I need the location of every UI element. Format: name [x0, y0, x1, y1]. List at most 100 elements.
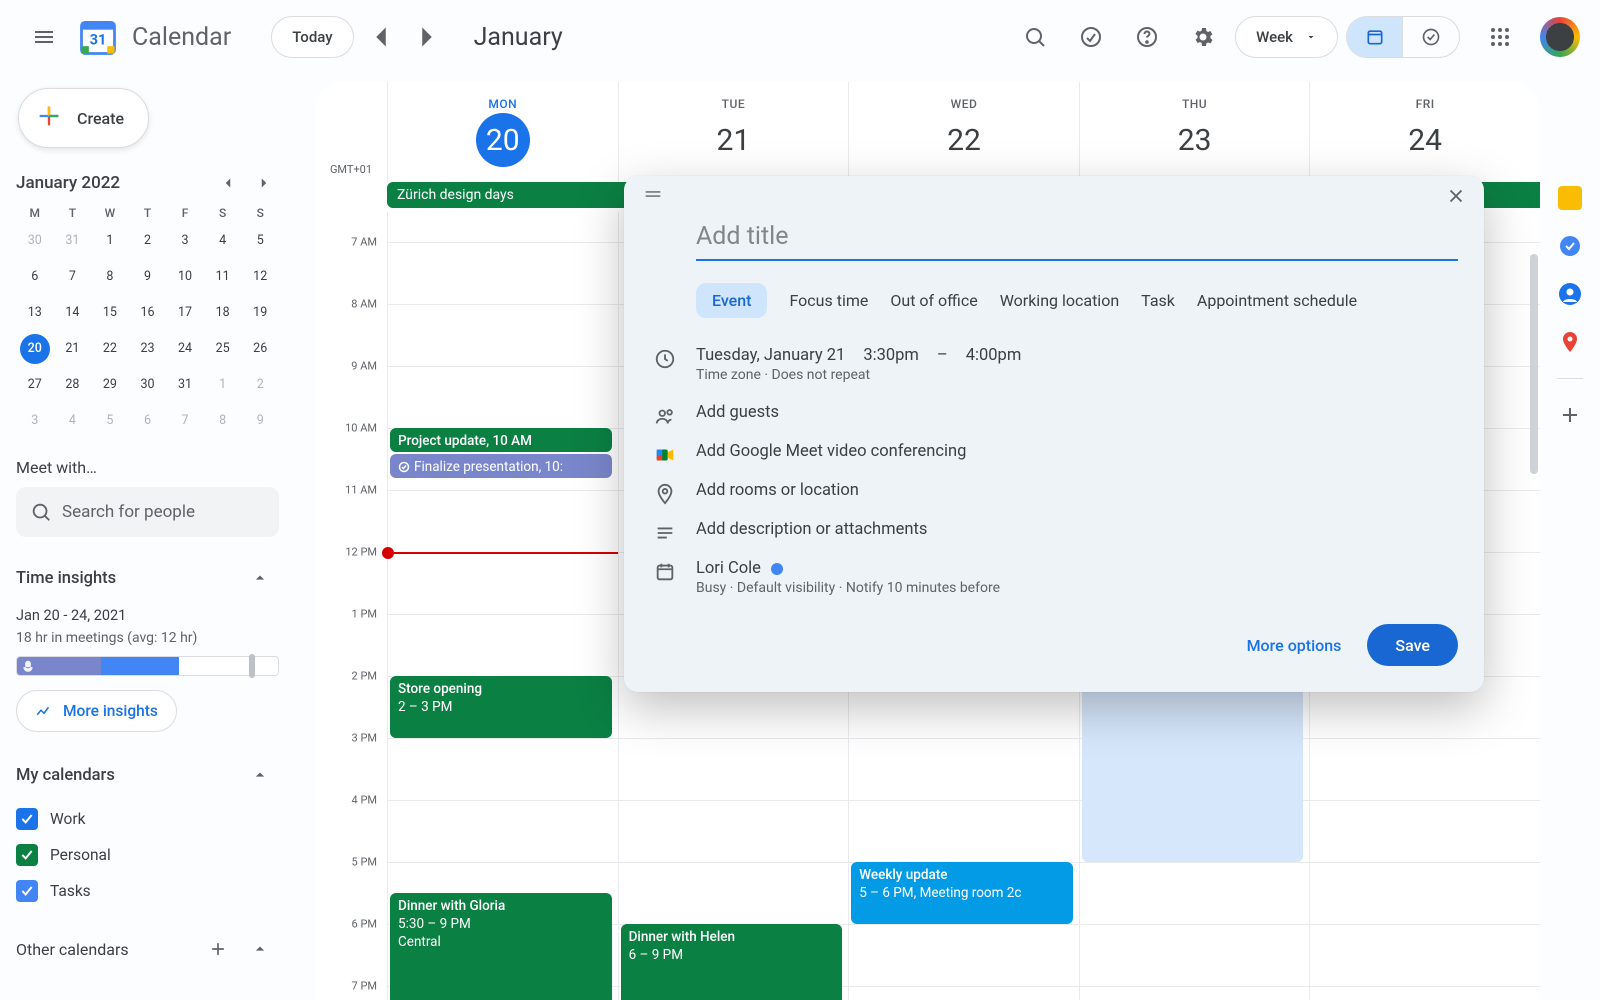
- mini-day-cell[interactable]: 3: [20, 406, 50, 436]
- view-selector[interactable]: Week: [1235, 16, 1338, 58]
- date-chip[interactable]: 23: [1168, 113, 1222, 167]
- help-icon[interactable]: [1123, 13, 1171, 61]
- date-chip[interactable]: 21: [706, 113, 760, 167]
- search-people-input[interactable]: Search for people: [16, 487, 279, 537]
- save-button[interactable]: Save: [1367, 624, 1458, 666]
- add-meet-button[interactable]: Add Google Meet video conferencing: [696, 442, 966, 461]
- event-type-tab[interactable]: Working location: [1000, 283, 1119, 318]
- mini-day-cell[interactable]: 28: [57, 370, 87, 400]
- add-other-calendar-button[interactable]: [199, 930, 237, 968]
- mini-day-cell[interactable]: 4: [57, 406, 87, 436]
- mini-day-cell[interactable]: 29: [95, 370, 125, 400]
- day-header[interactable]: WED22: [848, 82, 1079, 182]
- day-header[interactable]: TUE21: [618, 82, 849, 182]
- event-finalize[interactable]: Finalize presentation, 10:: [390, 454, 612, 478]
- event-dinner-gloria[interactable]: Dinner with Gloria5:30 – 9 PMCentral: [390, 893, 612, 1000]
- event-type-tab[interactable]: Event: [696, 283, 767, 318]
- event-owner-meta[interactable]: Busy · Default visibility · Notify 10 mi…: [696, 580, 1000, 596]
- mini-next-button[interactable]: [249, 168, 279, 198]
- account-avatar[interactable]: [1540, 17, 1580, 57]
- event-start-time[interactable]: 3:30pm: [863, 346, 919, 365]
- add-addon-icon[interactable]: [1558, 403, 1582, 427]
- mini-day-cell[interactable]: 2: [245, 370, 275, 400]
- mini-day-cell[interactable]: 8: [95, 262, 125, 292]
- mini-day-cell[interactable]: 5: [95, 406, 125, 436]
- status-icon[interactable]: [1067, 13, 1115, 61]
- calendar-row[interactable]: Tasks: [16, 880, 279, 902]
- event-date[interactable]: Tuesday, January 21: [696, 346, 845, 365]
- event-project-update[interactable]: Project update, 10 AM: [390, 428, 612, 452]
- mini-day-cell[interactable]: 31: [170, 370, 200, 400]
- mini-day-cell[interactable]: 26: [245, 334, 275, 364]
- mini-day-cell[interactable]: 1: [95, 226, 125, 256]
- event-type-tab[interactable]: Task: [1141, 283, 1175, 318]
- day-header[interactable]: FRI24: [1309, 82, 1540, 182]
- scrollbar[interactable]: [1530, 254, 1538, 474]
- mini-day-cell[interactable]: 3: [170, 226, 200, 256]
- time-insights-collapse[interactable]: [241, 559, 279, 597]
- mini-day-cell[interactable]: 30: [20, 226, 50, 256]
- mini-day-cell[interactable]: 18: [208, 298, 238, 328]
- settings-icon[interactable]: [1179, 13, 1227, 61]
- day-header[interactable]: MON20: [387, 82, 618, 182]
- mini-day-cell[interactable]: 8: [208, 406, 238, 436]
- drag-handle-icon[interactable]: [642, 183, 664, 209]
- mini-day-cell[interactable]: 2: [132, 226, 162, 256]
- add-guests-button[interactable]: Add guests: [696, 403, 779, 422]
- mini-day-cell[interactable]: 19: [245, 298, 275, 328]
- event-weekly-update[interactable]: Weekly update5 – 6 PM, Meeting room 2c: [851, 862, 1073, 924]
- mini-day-cell[interactable]: 4: [208, 226, 238, 256]
- main-menu-icon[interactable]: [20, 13, 68, 61]
- mini-day-cell[interactable]: 5: [245, 226, 275, 256]
- event-store-opening[interactable]: Store opening2 – 3 PM: [390, 676, 612, 738]
- event-tz-repeat[interactable]: Time zone · Does not repeat: [696, 367, 1021, 383]
- add-location-button[interactable]: Add rooms or location: [696, 481, 859, 500]
- calendar-row[interactable]: Work: [16, 808, 279, 830]
- mini-day-cell[interactable]: 7: [57, 262, 87, 292]
- mini-day-cell[interactable]: 11: [208, 262, 238, 292]
- contacts-icon[interactable]: [1558, 282, 1582, 306]
- mini-day-cell[interactable]: 21: [57, 334, 87, 364]
- mini-prev-button[interactable]: [213, 168, 243, 198]
- date-chip[interactable]: 24: [1398, 113, 1452, 167]
- more-insights-button[interactable]: More insights: [16, 690, 177, 732]
- mini-day-cell[interactable]: 6: [132, 406, 162, 436]
- mini-day-cell[interactable]: 31: [57, 226, 87, 256]
- maps-icon[interactable]: [1558, 330, 1582, 354]
- close-popup-button[interactable]: [1438, 178, 1474, 214]
- more-options-button[interactable]: More options: [1247, 636, 1342, 655]
- event-dinner-helen[interactable]: Dinner with Helen6 – 9 PM: [621, 924, 843, 1000]
- mini-day-cell[interactable]: 17: [170, 298, 200, 328]
- mini-day-cell[interactable]: 20: [20, 334, 50, 364]
- next-period-button[interactable]: [408, 18, 446, 56]
- calendar-view-toggle[interactable]: [1347, 17, 1403, 57]
- mini-day-cell[interactable]: 25: [208, 334, 238, 364]
- mini-day-cell[interactable]: 10: [170, 262, 200, 292]
- tasks-view-toggle[interactable]: [1403, 17, 1459, 57]
- mini-day-cell[interactable]: 15: [95, 298, 125, 328]
- prev-period-button[interactable]: [362, 18, 400, 56]
- keep-icon[interactable]: [1558, 186, 1582, 210]
- date-chip[interactable]: 20: [476, 113, 530, 167]
- mini-day-cell[interactable]: 9: [132, 262, 162, 292]
- today-button[interactable]: Today: [271, 16, 353, 58]
- event-title-input[interactable]: [696, 214, 1458, 261]
- mini-day-cell[interactable]: 9: [245, 406, 275, 436]
- mini-day-cell[interactable]: 14: [57, 298, 87, 328]
- mini-day-cell[interactable]: 23: [132, 334, 162, 364]
- calendar-row[interactable]: Personal: [16, 844, 279, 866]
- mini-day-cell[interactable]: 24: [170, 334, 200, 364]
- mini-day-cell[interactable]: 22: [95, 334, 125, 364]
- event-type-tab[interactable]: Out of office: [890, 283, 977, 318]
- event-type-tab[interactable]: Appointment schedule: [1197, 283, 1357, 318]
- tasks-icon[interactable]: [1558, 234, 1582, 258]
- day-column[interactable]: Project update, 10 AMFinalize presentati…: [387, 212, 618, 1000]
- event-type-tab[interactable]: Focus time: [789, 283, 868, 318]
- mini-day-cell[interactable]: 12: [245, 262, 275, 292]
- event-end-time[interactable]: 4:00pm: [966, 346, 1022, 365]
- mini-day-cell[interactable]: 6: [20, 262, 50, 292]
- my-calendars-collapse[interactable]: [241, 756, 279, 794]
- date-chip[interactable]: 22: [937, 113, 991, 167]
- day-header[interactable]: THU23: [1079, 82, 1310, 182]
- create-button[interactable]: Create: [18, 88, 149, 148]
